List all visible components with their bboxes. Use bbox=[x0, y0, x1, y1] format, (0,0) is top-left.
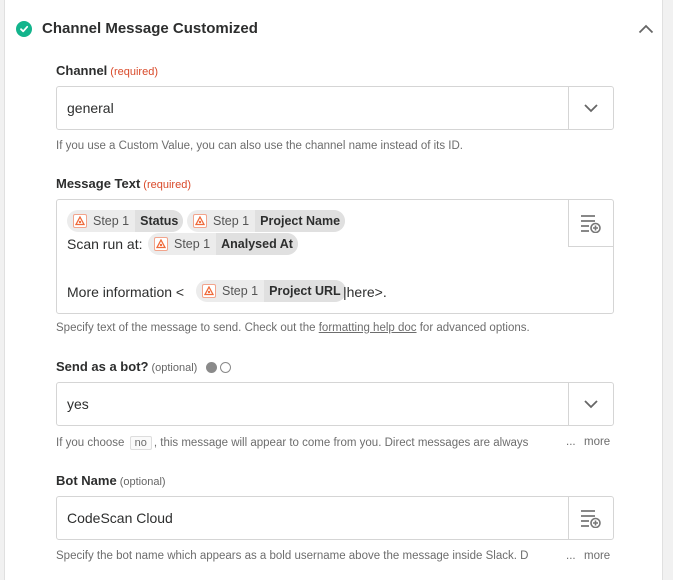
message-label: Message Text (required) bbox=[56, 176, 191, 191]
bot-name-input[interactable]: CodeScan Cloud bbox=[56, 496, 614, 540]
truncation-ellipsis: ... bbox=[566, 436, 576, 448]
message-help: Specify text of the message to send. Che… bbox=[56, 322, 530, 334]
toggle-off-dot[interactable] bbox=[220, 362, 231, 373]
channel-value: general bbox=[67, 100, 114, 116]
chevron-down-icon[interactable] bbox=[568, 383, 613, 425]
formatting-help-link[interactable]: formatting help doc bbox=[319, 322, 417, 334]
insert-data-icon[interactable] bbox=[568, 497, 613, 539]
chevron-up-icon[interactable] bbox=[636, 20, 656, 38]
required-tag: (required) bbox=[110, 66, 158, 78]
step-title: Channel Message Customized bbox=[42, 20, 258, 37]
data-pill-project-name[interactable]: Step 1 Project Name bbox=[187, 210, 346, 232]
here-link-text: |here>. bbox=[343, 284, 387, 300]
zapier-step-icon bbox=[154, 237, 168, 251]
more-info-text: More information < bbox=[67, 284, 185, 300]
required-tag: (required) bbox=[143, 179, 191, 191]
channel-help: If you use a Custom Value, you can also … bbox=[56, 140, 463, 152]
optional-tag: (optional) bbox=[119, 476, 166, 488]
zapier-step-icon bbox=[202, 284, 216, 298]
channel-select[interactable]: general bbox=[56, 86, 614, 130]
send-as-bot-help: If you choose no, this message will appe… bbox=[56, 436, 529, 450]
send-as-bot-value: yes bbox=[67, 396, 89, 412]
scan-run-text: Scan run at: bbox=[67, 236, 143, 252]
data-pill-status[interactable]: Step 1 Status bbox=[67, 210, 184, 232]
bot-name-help: Specify the bot name which appears as a … bbox=[56, 550, 529, 562]
more-link[interactable]: more bbox=[584, 550, 610, 562]
bot-name-label: Bot Name (optional) bbox=[56, 473, 166, 488]
zapier-step-icon bbox=[73, 214, 87, 228]
insert-data-icon[interactable] bbox=[568, 200, 613, 247]
optional-tag: (optional) bbox=[151, 362, 198, 374]
send-as-bot-select[interactable]: yes bbox=[56, 382, 614, 426]
send-as-bot-label: Send as a bot? (optional) bbox=[56, 359, 198, 374]
truncation-ellipsis: ... bbox=[566, 550, 576, 562]
channel-label: Channel (required) bbox=[56, 63, 158, 78]
step-header[interactable]: Channel Message Customized bbox=[0, 0, 673, 58]
bot-name-value: CodeScan Cloud bbox=[67, 510, 173, 526]
data-pill-project-url[interactable]: Step 1 Project URL bbox=[196, 280, 346, 302]
data-pill-analysed-at[interactable]: Step 1 Analysed At bbox=[148, 233, 298, 255]
more-link[interactable]: more bbox=[584, 436, 610, 448]
zapier-step-icon bbox=[193, 214, 207, 228]
code-no: no bbox=[129, 436, 152, 450]
check-circle-icon bbox=[16, 21, 32, 37]
toggle-on-dot[interactable] bbox=[206, 362, 217, 373]
chevron-down-icon[interactable] bbox=[568, 87, 613, 129]
